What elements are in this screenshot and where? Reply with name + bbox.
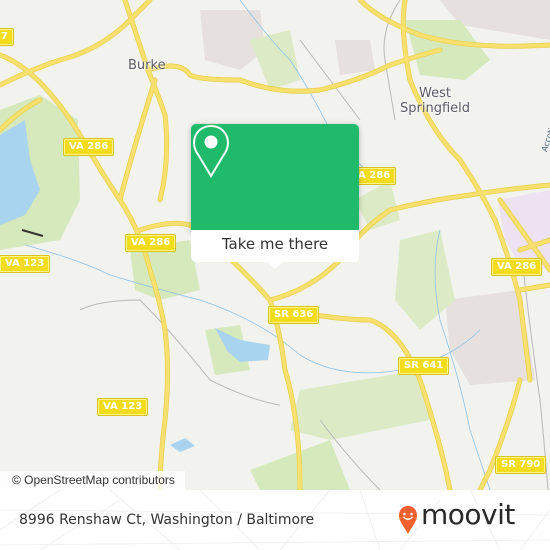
park <box>290 370 430 440</box>
take-me-there-button[interactable]: Take me there <box>191 230 359 260</box>
road-shield: SR 790 <box>496 457 546 473</box>
place-label-west-springfield: West Springfield <box>400 86 470 116</box>
road-shield: SR 636 <box>269 307 319 323</box>
road-shield: VA 286 <box>126 235 176 251</box>
road-shield: VA 123 <box>0 256 50 272</box>
map-attribution[interactable]: © OpenStreetMap contributors <box>0 471 185 490</box>
residential-area <box>335 40 375 75</box>
park <box>395 230 455 330</box>
park <box>355 180 400 230</box>
map-pin-icon <box>192 124 230 178</box>
place-label-line: West <box>419 86 451 101</box>
popup-header <box>191 124 359 230</box>
popup-pointer <box>267 261 283 269</box>
destination-popup: Take me there <box>191 124 359 269</box>
address-text: 8996 Renshaw Ct, Washington / Baltimore <box>19 512 315 528</box>
road-shield: VA 286 <box>64 139 114 155</box>
moovit-logo-text: moovit <box>421 498 515 531</box>
road-shield: SR 641 <box>399 358 449 374</box>
road-shield: 7 <box>0 29 13 45</box>
footer: 8996 Renshaw Ct, Washington / Baltimore … <box>0 490 550 550</box>
park <box>405 20 490 80</box>
road-shield: VA 123 <box>98 399 148 415</box>
place-label-burke: Burke <box>128 58 166 73</box>
park <box>250 30 300 90</box>
place-label-line: Springfield <box>400 101 471 116</box>
road-shield: VA 286 <box>492 259 542 275</box>
map[interactable]: Burke West Springfield Accotink Creek VA… <box>0 0 550 490</box>
pond <box>170 438 195 452</box>
moovit-logo-icon <box>399 506 417 534</box>
